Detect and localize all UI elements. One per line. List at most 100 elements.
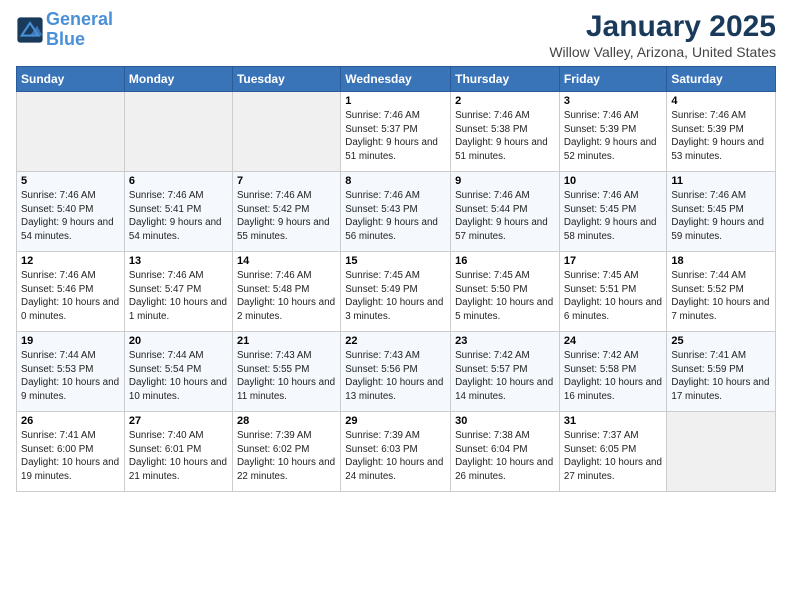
calendar-cell: 13 Sunrise: 7:46 AM Sunset: 5:47 PM Dayli… — [124, 252, 232, 332]
calendar-cell: 25 Sunrise: 7:41 AM Sunset: 5:59 PM Dayli… — [667, 332, 776, 412]
location-title: Willow Valley, Arizona, United States — [549, 44, 776, 60]
day-number: 13 — [129, 255, 228, 267]
day-number: 6 — [129, 175, 228, 187]
calendar-cell — [17, 92, 125, 172]
month-title: January 2025 — [549, 10, 776, 44]
day-info: Sunrise: 7:43 AM Sunset: 5:55 PM Dayligh… — [237, 349, 336, 404]
day-of-week-header: Sunday — [17, 67, 125, 92]
day-of-week-header: Friday — [559, 67, 666, 92]
day-info: Sunrise: 7:41 AM Sunset: 6:00 PM Dayligh… — [21, 429, 120, 484]
day-info: Sunrise: 7:46 AM Sunset: 5:44 PM Dayligh… — [455, 189, 555, 244]
day-number: 2 — [455, 95, 555, 107]
calendar-cell: 9 Sunrise: 7:46 AM Sunset: 5:44 PM Daylig… — [451, 172, 560, 252]
day-info: Sunrise: 7:46 AM Sunset: 5:41 PM Dayligh… — [129, 189, 228, 244]
day-info: Sunrise: 7:40 AM Sunset: 6:01 PM Dayligh… — [129, 429, 228, 484]
day-number: 19 — [21, 335, 120, 347]
day-info: Sunrise: 7:46 AM Sunset: 5:43 PM Dayligh… — [345, 189, 446, 244]
calendar-cell: 4 Sunrise: 7:46 AM Sunset: 5:39 PM Daylig… — [667, 92, 776, 172]
day-info: Sunrise: 7:46 AM Sunset: 5:45 PM Dayligh… — [671, 189, 771, 244]
calendar-cell: 27Sunrise: 7:40 AM Sunset: 6:01 PM Dayli… — [124, 412, 232, 492]
calendar-cell: 6 Sunrise: 7:46 AM Sunset: 5:41 PM Daylig… — [124, 172, 232, 252]
day-info: Sunrise: 7:44 AM Sunset: 5:54 PM Dayligh… — [129, 349, 228, 404]
calendar-cell: 26 Sunrise: 7:41 AM Sunset: 6:00 PM Dayli… — [17, 412, 125, 492]
calendar-cell — [124, 92, 232, 172]
day-number: 1 — [345, 95, 446, 107]
day-info: Sunrise: 7:46 AM Sunset: 5:37 PM Dayligh… — [345, 109, 446, 164]
calendar-header-row: SundayMondayTuesdayWednesdayThursdayFrid… — [17, 67, 776, 92]
calendar-week-row: 26 Sunrise: 7:41 AM Sunset: 6:00 PM Dayli… — [17, 412, 776, 492]
calendar-cell: 28Sunrise: 7:39 AM Sunset: 6:02 PM Dayli… — [232, 412, 340, 492]
day-info: Sunrise: 7:46 AM Sunset: 5:47 PM Dayligh… — [129, 269, 228, 324]
day-number: 16 — [455, 255, 555, 267]
calendar-cell: 16 Sunrise: 7:45 AM Sunset: 5:50 PM Dayli… — [451, 252, 560, 332]
logo-icon — [16, 16, 44, 44]
day-info: Sunrise: 7:44 AM Sunset: 5:53 PM Dayligh… — [21, 349, 120, 404]
calendar-cell: 5Sunrise: 7:46 AM Sunset: 5:40 PM Daylig… — [17, 172, 125, 252]
calendar-cell: 19 Sunrise: 7:44 AM Sunset: 5:53 PM Dayli… — [17, 332, 125, 412]
calendar-week-row: 1 Sunrise: 7:46 AM Sunset: 5:37 PM Daylig… — [17, 92, 776, 172]
day-info: Sunrise: 7:45 AM Sunset: 5:51 PM Dayligh… — [564, 269, 662, 324]
day-number: 14 — [237, 255, 336, 267]
calendar-cell: 18Sunrise: 7:44 AM Sunset: 5:52 PM Dayli… — [667, 252, 776, 332]
page-container: General Blue January 2025 Willow Valley,… — [0, 0, 792, 500]
header: General Blue January 2025 Willow Valley,… — [16, 10, 776, 60]
day-info: Sunrise: 7:43 AM Sunset: 5:56 PM Dayligh… — [345, 349, 446, 404]
day-of-week-header: Wednesday — [341, 67, 451, 92]
calendar-week-row: 5Sunrise: 7:46 AM Sunset: 5:40 PM Daylig… — [17, 172, 776, 252]
day-info: Sunrise: 7:45 AM Sunset: 5:49 PM Dayligh… — [345, 269, 446, 324]
calendar-cell: 1 Sunrise: 7:46 AM Sunset: 5:37 PM Daylig… — [341, 92, 451, 172]
day-info: Sunrise: 7:46 AM Sunset: 5:48 PM Dayligh… — [237, 269, 336, 324]
calendar-week-row: 19 Sunrise: 7:44 AM Sunset: 5:53 PM Dayli… — [17, 332, 776, 412]
day-number: 17 — [564, 255, 662, 267]
calendar-cell: 23 Sunrise: 7:42 AM Sunset: 5:57 PM Dayli… — [451, 332, 560, 412]
day-info: Sunrise: 7:45 AM Sunset: 5:50 PM Dayligh… — [455, 269, 555, 324]
logo-text: General Blue — [46, 10, 113, 50]
calendar-cell: 8 Sunrise: 7:46 AM Sunset: 5:43 PM Daylig… — [341, 172, 451, 252]
calendar-cell: 7 Sunrise: 7:46 AM Sunset: 5:42 PM Daylig… — [232, 172, 340, 252]
day-number: 9 — [455, 175, 555, 187]
day-info: Sunrise: 7:46 AM Sunset: 5:42 PM Dayligh… — [237, 189, 336, 244]
calendar-cell: 20Sunrise: 7:44 AM Sunset: 5:54 PM Dayli… — [124, 332, 232, 412]
logo: General Blue — [16, 10, 113, 50]
day-info: Sunrise: 7:42 AM Sunset: 5:58 PM Dayligh… — [564, 349, 662, 404]
day-number: 10 — [564, 175, 662, 187]
day-info: Sunrise: 7:39 AM Sunset: 6:03 PM Dayligh… — [345, 429, 446, 484]
day-number: 28 — [237, 415, 336, 427]
day-number: 15 — [345, 255, 446, 267]
calendar-week-row: 12 Sunrise: 7:46 AM Sunset: 5:46 PM Dayli… — [17, 252, 776, 332]
day-number: 24 — [564, 335, 662, 347]
day-info: Sunrise: 7:46 AM Sunset: 5:39 PM Dayligh… — [671, 109, 771, 164]
day-number: 4 — [671, 95, 771, 107]
day-info: Sunrise: 7:41 AM Sunset: 5:59 PM Dayligh… — [671, 349, 771, 404]
day-number: 25 — [671, 335, 771, 347]
calendar-cell: 3 Sunrise: 7:46 AM Sunset: 5:39 PM Daylig… — [559, 92, 666, 172]
day-info: Sunrise: 7:46 AM Sunset: 5:40 PM Dayligh… — [21, 189, 120, 244]
day-number: 31 — [564, 415, 662, 427]
day-number: 12 — [21, 255, 120, 267]
calendar-cell: 12 Sunrise: 7:46 AM Sunset: 5:46 PM Dayli… — [17, 252, 125, 332]
day-info: Sunrise: 7:44 AM Sunset: 5:52 PM Dayligh… — [671, 269, 771, 324]
day-number: 8 — [345, 175, 446, 187]
day-info: Sunrise: 7:46 AM Sunset: 5:39 PM Dayligh… — [564, 109, 662, 164]
day-number: 26 — [21, 415, 120, 427]
day-of-week-header: Thursday — [451, 67, 560, 92]
day-number: 23 — [455, 335, 555, 347]
day-info: Sunrise: 7:37 AM Sunset: 6:05 PM Dayligh… — [564, 429, 662, 484]
calendar-cell: 29Sunrise: 7:39 AM Sunset: 6:03 PM Dayli… — [341, 412, 451, 492]
day-number: 22 — [345, 335, 446, 347]
day-info: Sunrise: 7:46 AM Sunset: 5:46 PM Dayligh… — [21, 269, 120, 324]
calendar-table: SundayMondayTuesdayWednesdayThursdayFrid… — [16, 66, 776, 492]
calendar-cell: 21Sunrise: 7:43 AM Sunset: 5:55 PM Dayli… — [232, 332, 340, 412]
day-number: 30 — [455, 415, 555, 427]
calendar-cell: 22 Sunrise: 7:43 AM Sunset: 5:56 PM Dayli… — [341, 332, 451, 412]
day-number: 7 — [237, 175, 336, 187]
day-of-week-header: Saturday — [667, 67, 776, 92]
day-number: 3 — [564, 95, 662, 107]
calendar-cell: 11Sunrise: 7:46 AM Sunset: 5:45 PM Dayli… — [667, 172, 776, 252]
day-info: Sunrise: 7:42 AM Sunset: 5:57 PM Dayligh… — [455, 349, 555, 404]
calendar-cell: 10Sunrise: 7:46 AM Sunset: 5:45 PM Dayli… — [559, 172, 666, 252]
day-info: Sunrise: 7:38 AM Sunset: 6:04 PM Dayligh… — [455, 429, 555, 484]
day-of-week-header: Tuesday — [232, 67, 340, 92]
calendar-cell: 15 Sunrise: 7:45 AM Sunset: 5:49 PM Dayli… — [341, 252, 451, 332]
calendar-cell: 30 Sunrise: 7:38 AM Sunset: 6:04 PM Dayli… — [451, 412, 560, 492]
